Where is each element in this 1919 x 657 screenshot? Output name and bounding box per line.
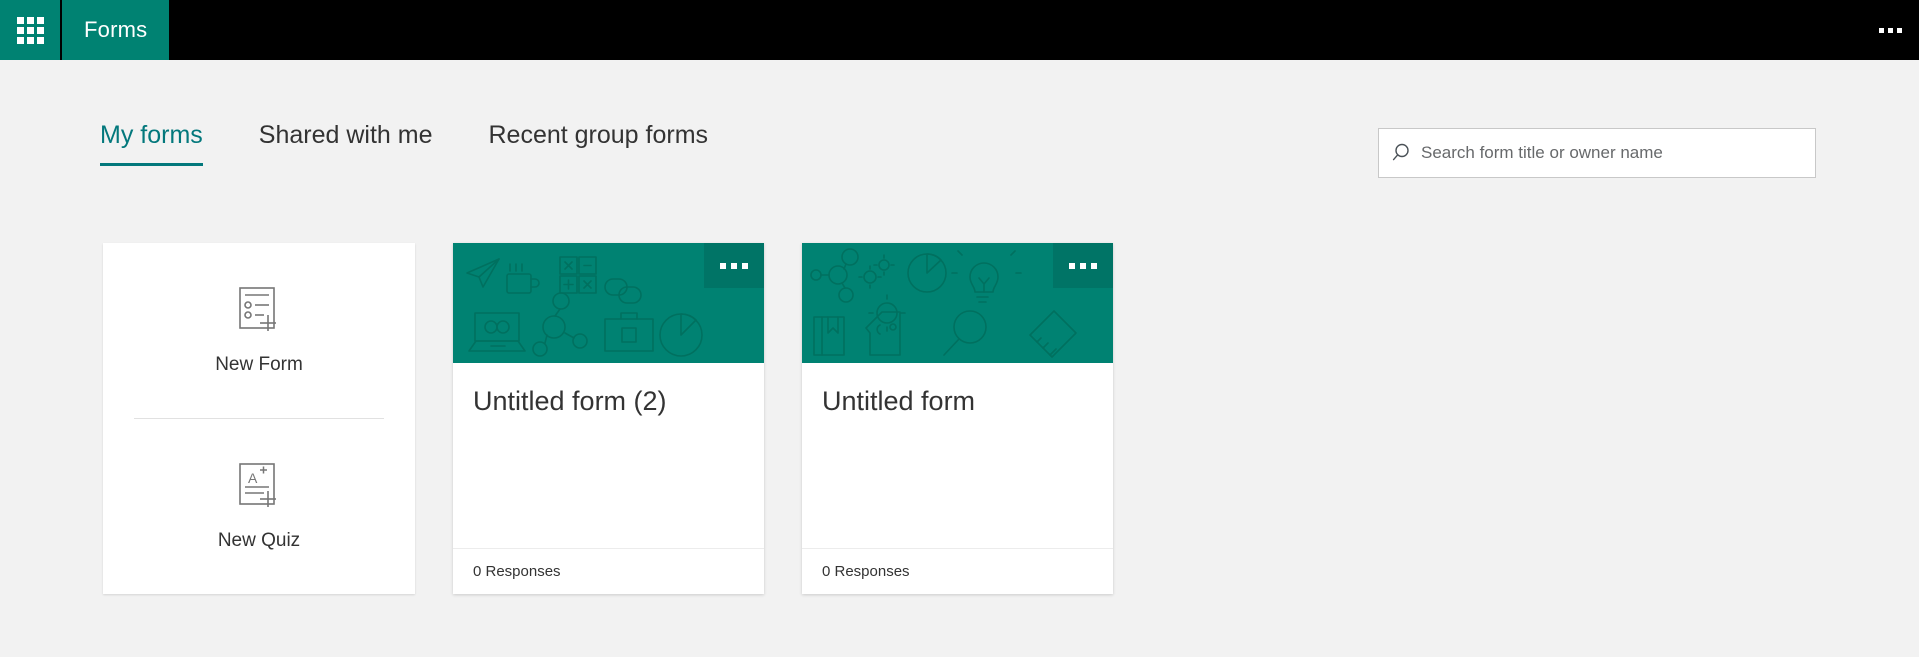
new-form-button[interactable]: New Form xyxy=(103,243,415,418)
form-card-more-button[interactable] xyxy=(1053,243,1113,288)
tab-shared-with-me-label: Shared with me xyxy=(258,121,433,149)
tab-shared-with-me[interactable]: Shared with me xyxy=(259,121,433,166)
toolbar-row: My forms Shared with me Recent group for… xyxy=(0,60,1919,180)
new-quiz-label: New Quiz xyxy=(217,530,301,551)
tab-recent-group-forms-label: Recent group forms xyxy=(488,121,709,149)
tab-my-forms[interactable]: My forms xyxy=(100,121,203,166)
form-card-body: Untitled form (2) xyxy=(453,363,764,548)
search-input[interactable] xyxy=(1421,143,1803,163)
form-card-title: Untitled form xyxy=(822,386,976,416)
form-card-hero xyxy=(453,243,764,363)
new-quiz-icon: A xyxy=(231,461,287,516)
form-card[interactable]: Untitled form 0 Responses xyxy=(802,243,1113,594)
new-form-tile: New Form A New Quiz xyxy=(103,243,415,594)
app-launcher-button[interactable] xyxy=(0,0,60,60)
ellipsis-icon xyxy=(1878,27,1902,33)
search-box[interactable] xyxy=(1378,128,1816,178)
app-launcher-waffle-icon xyxy=(16,16,44,44)
suite-overflow-button[interactable] xyxy=(1861,0,1919,60)
new-quiz-button[interactable]: A New Quiz xyxy=(103,419,415,594)
new-form-label: New Form xyxy=(215,354,303,375)
ellipsis-icon xyxy=(720,262,748,269)
form-card-response-count: 0 Responses xyxy=(822,563,910,580)
form-card[interactable]: Untitled form (2) 0 Responses xyxy=(453,243,764,594)
form-card-footer: 0 Responses xyxy=(453,548,764,594)
form-card-body: Untitled form xyxy=(802,363,1113,548)
tab-my-forms-label: My forms xyxy=(100,121,203,149)
search-icon xyxy=(1392,143,1409,161)
tab-recent-group-forms[interactable]: Recent group forms xyxy=(488,121,708,166)
new-form-icon xyxy=(231,285,287,340)
form-card-more-button[interactable] xyxy=(704,243,764,288)
form-card-title: Untitled form (2) xyxy=(473,386,667,416)
svg-text:A: A xyxy=(248,470,258,486)
ellipsis-icon xyxy=(1069,262,1097,269)
forms-grid: New Form A New Quiz Untitled form (2) 0 … xyxy=(103,243,1113,594)
app-name-button[interactable]: Forms xyxy=(62,0,170,60)
app-name-label: Forms xyxy=(84,17,148,42)
suite-bar: Forms xyxy=(0,0,1919,60)
form-card-hero xyxy=(802,243,1113,363)
form-card-response-count: 0 Responses xyxy=(473,563,561,580)
tab-list: My forms Shared with me Recent group for… xyxy=(100,121,764,166)
form-card-footer: 0 Responses xyxy=(802,548,1113,594)
